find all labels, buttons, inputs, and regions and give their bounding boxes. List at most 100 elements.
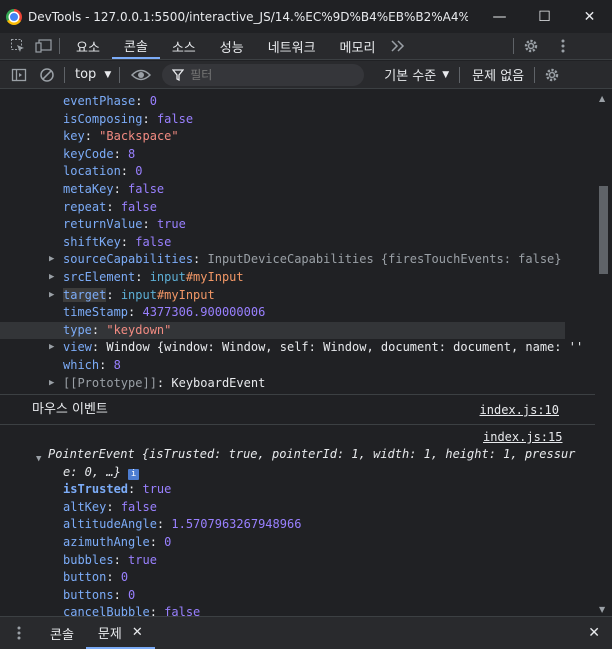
- property-row-type: type: "keydown": [0, 321, 565, 340]
- expand-triangle-icon[interactable]: ▶: [49, 375, 54, 393]
- property-key: buttons: [63, 587, 114, 602]
- maximize-button[interactable]: ☐: [522, 0, 567, 33]
- property-value: false: [120, 199, 157, 214]
- property-row-timeStamp: timeStamp: 4377306.900000006: [63, 305, 266, 320]
- property-row-key: key: "Backspace": [63, 129, 179, 144]
- toolbar-divider: [459, 66, 461, 83]
- tab-network[interactable]: 네트워크: [256, 33, 328, 59]
- property-row-returnValue: returnValue: true: [63, 217, 186, 232]
- source-link[interactable]: index.js:15: [483, 430, 562, 444]
- filter-field[interactable]: [162, 63, 365, 86]
- console-toolbar: top ▼ 기본 수준 ▼ 문제 없음: [0, 61, 612, 89]
- tab-sources[interactable]: 소스: [160, 33, 208, 59]
- more-tabs-chevron-icon[interactable]: [387, 36, 409, 56]
- tab-label: 문제: [97, 626, 122, 642]
- property-key: isTrusted: [63, 482, 129, 497]
- close-icon: ✕: [583, 8, 596, 25]
- property-row-metaKey: metaKey: false: [63, 181, 165, 196]
- tab-label: 요소: [76, 40, 100, 56]
- property-value: true: [128, 552, 157, 567]
- filter-funnel-icon: [172, 68, 185, 81]
- close-button[interactable]: ✕: [567, 0, 612, 33]
- toolbar-divider: [119, 66, 121, 83]
- property-row-which: which: 8: [63, 357, 121, 372]
- tab-label: 소스: [171, 40, 196, 56]
- property-row-target[interactable]: ▶ target: input#myInput: [0, 287, 595, 305]
- property-value: false: [164, 605, 201, 616]
- settings-gear-icon[interactable]: [520, 36, 542, 56]
- property-value: 0: [149, 94, 157, 108]
- property-row-eventPhase: eventPhase: 0: [63, 94, 157, 108]
- devtools-tab-bar: 요소 콘솔 소스 성능 네트워크 메모리: [0, 33, 612, 60]
- inspect-element-icon[interactable]: [7, 36, 29, 56]
- minimize-button[interactable]: —: [477, 0, 522, 33]
- property-row-view[interactable]: ▶ view: Window {window: Window, self: Wi…: [0, 339, 595, 357]
- property-key: azimuthAngle: [63, 535, 150, 550]
- property-row-isTrusted: isTrusted: true: [63, 482, 172, 497]
- drawer-menu-icon[interactable]: [8, 623, 30, 643]
- property-value: 0: [120, 570, 129, 585]
- device-toolbar-icon[interactable]: [33, 36, 55, 56]
- toolbar-divider: [513, 38, 515, 54]
- console-settings-gear-icon[interactable]: [541, 65, 563, 85]
- window-controls: — ☐ ✕: [477, 0, 612, 33]
- log-text: 마우스 이벤트: [32, 402, 108, 418]
- property-row-prototype[interactable]: ▶ [[Prototype]]: KeyboardEvent: [0, 375, 595, 393]
- issues-counter[interactable]: 문제 없음: [472, 65, 524, 84]
- sidebar-toggle-icon[interactable]: [8, 65, 30, 85]
- scroll-down-arrow-icon[interactable]: ▼: [599, 605, 605, 614]
- property-key: isComposing: [63, 111, 143, 126]
- property-row-cancelBubble: cancelBubble: false: [0, 604, 595, 616]
- property-key: button: [63, 570, 107, 585]
- property-row-repeat: repeat: false: [63, 199, 157, 214]
- property-value: 0: [164, 535, 172, 550]
- info-icon[interactable]: i: [128, 468, 140, 480]
- dropdown-arrow-icon: ▼: [442, 69, 450, 80]
- toolbar-divider: [64, 66, 65, 83]
- toolbar-divider: [59, 38, 60, 54]
- property-key: keyCode: [63, 146, 114, 161]
- dropdown-arrow-icon: ▼: [104, 69, 112, 80]
- context-selector[interactable]: top ▼: [75, 67, 111, 82]
- tab-memory[interactable]: 메모리: [328, 33, 388, 59]
- scrollbar-thumb[interactable]: [599, 186, 608, 274]
- drawer-tab-console[interactable]: 콘솔: [38, 617, 86, 649]
- property-row-bubbles: bubbles: true: [63, 552, 157, 567]
- scroll-up-arrow-icon[interactable]: ▲: [599, 94, 605, 103]
- expand-triangle-icon[interactable]: ▶: [49, 251, 54, 269]
- drawer-tab-issues[interactable]: 문제 ✕: [85, 617, 155, 649]
- property-row-shiftKey: shiftKey: false: [63, 234, 172, 249]
- property-key: altitudeAngle: [63, 517, 157, 532]
- property-value: false: [135, 234, 172, 249]
- clear-console-icon[interactable]: [36, 65, 58, 85]
- pointer-log-header: index.js:15: [0, 424, 595, 444]
- property-row-sourceCapabilities[interactable]: ▶ sourceCapabilities: InputDeviceCapabil…: [0, 251, 595, 269]
- expand-triangle-icon[interactable]: ▶: [49, 269, 54, 287]
- minimize-icon: —: [492, 8, 507, 25]
- property-value: 0: [135, 164, 143, 179]
- live-expression-eye-icon[interactable]: [128, 65, 154, 85]
- tab-performance[interactable]: 성능: [208, 33, 256, 59]
- property-row-srcElement[interactable]: ▶ srcElement: input#myInput: [0, 269, 595, 287]
- property-row-location: location: 0: [63, 164, 143, 179]
- console-output[interactable]: eventPhase: 0 isComposing: false key: "Bac…: [0, 90, 595, 616]
- property-row-keyCode: keyCode: 8: [63, 146, 136, 161]
- source-link[interactable]: index.js:10: [480, 395, 559, 425]
- console-log-message: 마우스 이벤트 index.js:10: [0, 394, 595, 424]
- close-tab-icon[interactable]: ✕: [132, 625, 143, 640]
- more-options-icon[interactable]: [552, 36, 574, 56]
- close-drawer-icon[interactable]: ✕: [588, 625, 600, 641]
- tab-label: 콘솔: [123, 39, 148, 55]
- pointer-event-summary[interactable]: ▼ PointerEvent {isTrusted: true, pointer…: [0, 446, 595, 464]
- console-scrollbar[interactable]: ▲ ▼: [595, 90, 612, 616]
- log-level-selector[interactable]: 기본 수준 ▼: [384, 65, 449, 84]
- tab-elements[interactable]: 요소: [64, 33, 112, 59]
- log-level-label: 기본 수준: [384, 69, 437, 84]
- expand-triangle-icon[interactable]: ▶: [49, 339, 54, 357]
- property-row-altitudeAngle: altitudeAngle: 1.5707963267948966: [63, 517, 302, 532]
- property-key: cancelBubble: [63, 605, 150, 616]
- property-key: eventPhase: [63, 94, 136, 108]
- filter-input[interactable]: [190, 67, 351, 82]
- expand-triangle-icon[interactable]: ▶: [49, 287, 54, 305]
- tab-console[interactable]: 콘솔: [111, 33, 160, 59]
